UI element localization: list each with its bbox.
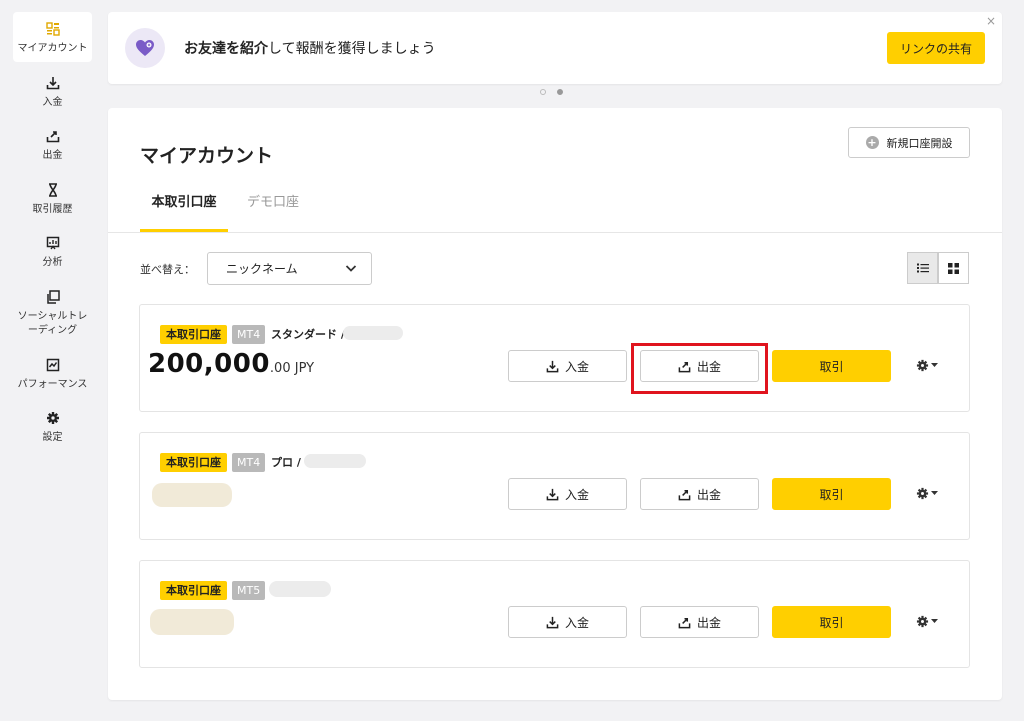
sidebar-item-label: 入金: [42, 97, 63, 108]
carousel-dot-active[interactable]: [557, 89, 563, 95]
upload-icon: [678, 617, 691, 628]
gear-icon: [916, 359, 929, 372]
sidebar-item-withdraw[interactable]: 出金: [13, 126, 92, 163]
chart-board-icon: [46, 233, 60, 253]
accounts-panel: マイアカウント + 新規口座開設 本取引口座 デモ口座 並べ替え： ニックネーム…: [108, 108, 1002, 700]
sidebar: マイアカウント 入金 出金 取引履歴 分析 ソーシャルトレーディング パフォーマ…: [0, 0, 104, 721]
list-view-button[interactable]: [907, 252, 938, 284]
account-name: プロ /: [271, 456, 301, 469]
deposit-button[interactable]: 入金: [508, 350, 627, 382]
hourglass-icon: [46, 180, 60, 200]
upload-icon: [46, 126, 60, 146]
redacted-balance: [150, 609, 234, 635]
sidebar-item-settings[interactable]: 設定: [13, 408, 92, 445]
carousel-dot[interactable]: [540, 89, 546, 95]
sidebar-item-label: ソーシャルトレーディング: [17, 311, 88, 336]
grid-view-button[interactable]: [938, 252, 969, 284]
caret-down-icon: [931, 363, 938, 367]
account-type-badge: 本取引口座: [160, 453, 227, 472]
close-icon[interactable]: ×: [986, 14, 996, 28]
page-title: マイアカウント: [140, 145, 274, 167]
account-card: 本取引口座 MT5 入金 出金 取引: [139, 560, 970, 668]
sidebar-item-analysis[interactable]: 分析: [13, 233, 92, 270]
gear-icon: [46, 408, 60, 428]
copy-icon: [46, 287, 60, 307]
download-icon: [546, 360, 559, 372]
sidebar-item-label: 設定: [42, 432, 63, 443]
gear-icon: [916, 615, 929, 628]
trade-button[interactable]: 取引: [772, 350, 891, 382]
caret-down-icon: [931, 619, 938, 623]
referral-banner: お友達を紹介して報酬を獲得しましょう リンクの共有 ×: [108, 12, 1002, 84]
account-type-badge: 本取引口座: [160, 325, 227, 344]
sort-value: ニックネーム: [226, 262, 298, 276]
sidebar-item-my-account[interactable]: マイアカウント: [13, 12, 92, 62]
account-balance: 200,000.00 JPY: [148, 349, 315, 379]
withdraw-button[interactable]: 出金: [640, 478, 759, 510]
download-icon: [546, 488, 559, 500]
caret-down-icon: [931, 491, 938, 495]
sidebar-item-label: 分析: [42, 257, 63, 268]
redacted-account-name: [269, 581, 331, 597]
platform-badge: MT5: [232, 581, 266, 600]
sidebar-item-label: 取引履歴: [32, 204, 73, 215]
sort-dropdown[interactable]: ニックネーム: [207, 252, 372, 285]
account-settings-menu[interactable]: [916, 487, 938, 500]
redacted-account-number: [304, 454, 366, 468]
trade-button[interactable]: 取引: [772, 478, 891, 510]
sidebar-item-social-trading[interactable]: ソーシャルトレーディング: [13, 287, 92, 338]
sidebar-item-label: パフォーマンス: [17, 379, 88, 390]
sidebar-item-label: マイアカウント: [17, 43, 88, 54]
chevron-down-icon: [345, 265, 357, 272]
annotation-highlight-box: [631, 343, 768, 394]
platform-badge: MT4: [232, 325, 266, 344]
tab-demo-accounts[interactable]: デモ口座: [247, 191, 299, 210]
sidebar-item-deposit[interactable]: 入金: [13, 73, 92, 110]
plus-icon: +: [865, 136, 879, 149]
grid-icon: [948, 262, 959, 274]
platform-badge: MT4: [232, 453, 266, 472]
divider: [108, 232, 1002, 233]
redacted-balance: [152, 483, 232, 507]
dashboard-icon: [45, 19, 60, 39]
gear-icon: [916, 487, 929, 500]
account-settings-menu[interactable]: [916, 615, 938, 628]
account-type-badge: 本取引口座: [160, 581, 227, 600]
sidebar-item-label: 出金: [42, 150, 63, 161]
new-account-button[interactable]: + 新規口座開設: [848, 127, 970, 158]
performance-icon: [46, 355, 60, 375]
trade-button[interactable]: 取引: [772, 606, 891, 638]
sidebar-item-performance[interactable]: パフォーマンス: [13, 355, 92, 392]
banner-message: お友達を紹介して報酬を獲得しましょう: [184, 41, 436, 57]
list-icon: [916, 263, 929, 273]
heart-icon: [125, 28, 165, 68]
carousel-dots: [540, 89, 563, 95]
share-link-button[interactable]: リンクの共有: [887, 32, 985, 64]
deposit-button[interactable]: 入金: [508, 606, 627, 638]
redacted-account-number: [343, 326, 403, 340]
account-name: スタンダード /: [271, 328, 345, 341]
upload-icon: [678, 489, 691, 500]
sidebar-item-history[interactable]: 取引履歴: [13, 180, 92, 217]
account-settings-menu[interactable]: [916, 359, 938, 372]
new-account-label: 新規口座開設: [886, 136, 953, 150]
account-card: 本取引口座 MT4 プロ / 入金 出金 取引: [139, 432, 970, 540]
withdraw-button[interactable]: 出金: [640, 606, 759, 638]
account-card: 本取引口座 MT4 スタンダード / 200,000.00 JPY 入金 出金 …: [139, 304, 970, 412]
download-icon: [46, 73, 60, 93]
sort-label: 並べ替え：: [140, 263, 195, 276]
view-toggle: [907, 252, 969, 284]
deposit-button[interactable]: 入金: [508, 478, 627, 510]
download-icon: [546, 616, 559, 628]
tab-real-accounts[interactable]: 本取引口座: [140, 191, 228, 210]
